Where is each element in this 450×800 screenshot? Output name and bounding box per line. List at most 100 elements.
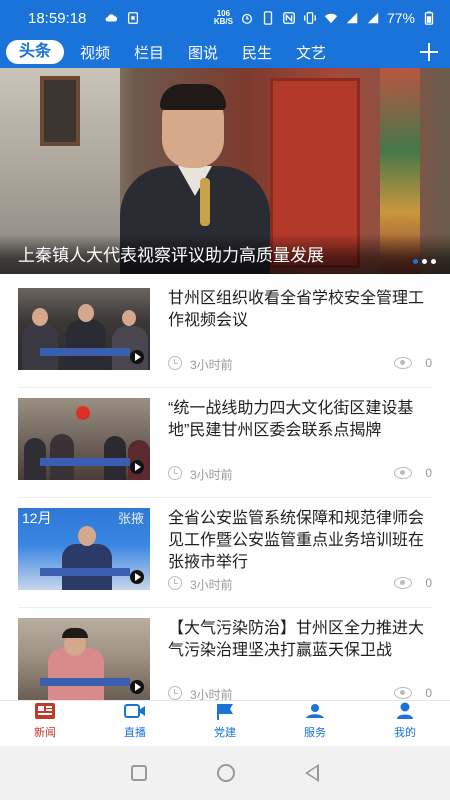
clock-icon — [168, 686, 182, 700]
thumb-figure — [50, 434, 74, 480]
clock-icon — [168, 356, 182, 370]
news-list: 甘州区组织收看全省学校安全管理工作视频会议 3小时前 0 “统一战线助力四大文化… — [0, 278, 450, 718]
video-icon — [124, 704, 145, 718]
back-icon[interactable] — [305, 764, 319, 782]
carousel-dot — [422, 259, 427, 264]
play-icon[interactable] — [130, 680, 144, 694]
thumb-caption-bar — [40, 568, 130, 576]
carousel-indicators — [413, 259, 436, 264]
signal-icon-2 — [367, 12, 379, 24]
add-channel-icon[interactable] — [410, 36, 450, 68]
news-item[interactable]: 12月 张掖 全省公安监管系统保障和规范律师会见工作暨公安监管重点业务培训班在张… — [18, 498, 432, 608]
news-time: 3小时前 — [190, 358, 233, 372]
news-thumbnail[interactable] — [18, 288, 150, 370]
network-speed: 106 KB/S — [214, 10, 233, 26]
signal-icon — [346, 12, 358, 24]
thumb-figure — [22, 324, 58, 370]
sim-icon — [128, 12, 139, 24]
tab-headlines[interactable]: 头条 — [6, 40, 64, 64]
status-left: 18:59:18 — [28, 10, 140, 27]
news-time: 3小时前 — [190, 468, 233, 482]
news-title[interactable]: 【大气污染防治】甘州区全力推进大气污染治理坚决打赢蓝天保卫战 — [168, 618, 432, 662]
eye-icon — [394, 357, 412, 369]
nav-mine-label: 我的 — [394, 727, 416, 739]
news-item[interactable]: 甘州区组织收看全省学校安全管理工作视频会议 3小时前 0 — [18, 278, 432, 388]
view-count: 0 — [425, 686, 432, 700]
view-count: 0 — [425, 466, 432, 480]
clock-icon — [168, 576, 182, 590]
hero-image-window — [40, 76, 80, 146]
thumb-face — [78, 304, 94, 322]
news-title[interactable]: “统一战线助力四大文化街区建设基地”民建甘州区委会联系点揭牌 — [168, 398, 432, 442]
tab-arts[interactable]: 文艺 — [284, 42, 338, 63]
nav-live[interactable]: 直播 — [90, 701, 180, 746]
service-icon — [306, 704, 324, 718]
thumb-caption-bar — [40, 348, 130, 356]
channel-tabs: 头条 视频 栏目 图说 民生 文艺 — [0, 36, 450, 68]
system-navigation-bar — [0, 746, 450, 800]
nav-party-label: 党建 — [214, 727, 236, 739]
nav-service[interactable]: 服务 — [270, 701, 360, 746]
news-meta: 3小时前 0 — [168, 466, 432, 482]
thumb-figure — [66, 320, 106, 370]
status-time: 18:59:18 — [28, 9, 87, 27]
news-icon — [35, 703, 55, 719]
news-thumbnail[interactable] — [18, 618, 150, 700]
hero-title[interactable]: 上秦镇人大代表视察评议助力高质量发展 — [18, 241, 324, 266]
nav-news-label: 新闻 — [34, 727, 56, 739]
tab-video[interactable]: 视频 — [68, 42, 122, 63]
cloud-icon — [105, 14, 118, 22]
thumb-red-flower — [76, 406, 90, 420]
phone-icon — [263, 11, 273, 25]
tab-livelihood[interactable]: 民生 — [230, 42, 284, 63]
vibrate-icon — [304, 12, 316, 24]
thumb-text-left: 12月 — [22, 510, 52, 526]
news-meta: 3小时前 0 — [168, 576, 432, 592]
thumb-figure — [62, 544, 112, 590]
thumb-face — [78, 526, 96, 546]
nav-news[interactable]: 新闻 — [0, 701, 90, 746]
tab-pictures[interactable]: 图说 — [176, 42, 230, 63]
news-thumbnail[interactable] — [18, 398, 150, 480]
nav-mine[interactable]: 我的 — [360, 701, 450, 746]
home-icon[interactable] — [217, 764, 235, 782]
speed-unit: KB/S — [213, 17, 233, 26]
news-meta: 3小时前 0 — [168, 356, 432, 372]
nav-live-label: 直播 — [124, 727, 146, 739]
nav-service-label: 服务 — [304, 727, 326, 739]
alarm-icon — [241, 13, 252, 24]
status-bar: 18:59:18 106 KB/S 77% — [0, 0, 450, 36]
eye-icon — [394, 577, 412, 589]
news-title[interactable]: 甘州区组织收看全省学校安全管理工作视频会议 — [168, 288, 432, 332]
nav-party[interactable]: 党建 — [180, 701, 270, 746]
person-hair — [160, 84, 226, 110]
flag-icon — [217, 704, 233, 720]
thumb-caption-bar — [40, 458, 130, 466]
news-thumbnail[interactable]: 12月 张掖 — [18, 508, 150, 590]
recent-apps-icon[interactable] — [131, 765, 147, 781]
view-count: 0 — [425, 576, 432, 590]
battery-percent: 77% — [386, 10, 415, 26]
thumb-caption-bar — [40, 678, 130, 686]
microphone — [200, 178, 210, 226]
clock-icon — [168, 466, 182, 480]
thumb-face — [32, 308, 48, 326]
eye-icon — [394, 467, 412, 479]
carousel-dot — [413, 259, 418, 264]
thumb-face — [122, 310, 136, 326]
status-right: 106 KB/S 77% — [214, 10, 436, 26]
tab-columns[interactable]: 栏目 — [122, 42, 176, 63]
news-item[interactable]: “统一战线助力四大文化街区建设基地”民建甘州区委会联系点揭牌 3小时前 0 — [18, 388, 432, 498]
play-icon[interactable] — [130, 460, 144, 474]
battery-icon — [424, 11, 434, 25]
hero-carousel[interactable]: 上秦镇人大代表视察评议助力高质量发展 — [0, 68, 450, 274]
thumb-hair — [62, 628, 88, 638]
news-time: 3小时前 — [190, 578, 233, 592]
thumb-text-right: 张掖 — [117, 511, 144, 526]
news-title[interactable]: 全省公安监管系统保障和规范律师会见工作暨公安监管重点业务培训班在张掖市举行 — [168, 508, 432, 574]
play-icon[interactable] — [130, 350, 144, 364]
play-icon[interactable] — [130, 570, 144, 584]
user-icon — [397, 702, 413, 719]
eye-icon — [394, 687, 412, 699]
bottom-navigation: 新闻 直播 党建 服务 我的 — [0, 700, 450, 746]
